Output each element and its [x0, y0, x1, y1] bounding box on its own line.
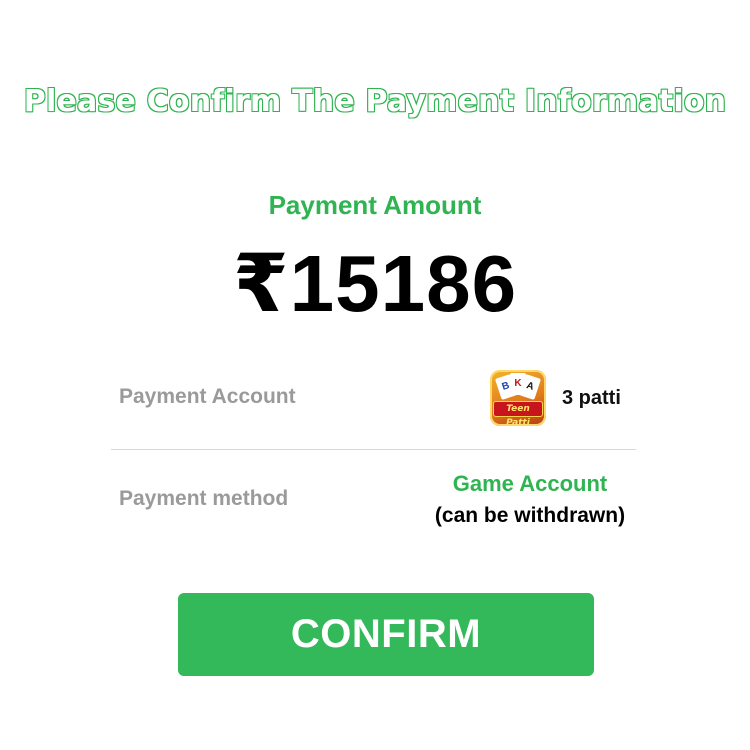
payment-method-value: Game Account (can be withdrawn) — [400, 469, 660, 531]
teen-patti-app-icon: B K A Teen Patti — [490, 370, 546, 426]
divider — [111, 449, 636, 450]
payment-amount-value: ₹15186 — [232, 239, 518, 328]
payment-account-label: Payment Account — [119, 385, 296, 408]
payment-amount-label: Payment Amount — [268, 190, 482, 220]
payment-account-name: 3 patti — [562, 386, 621, 409]
payment-method-label: Payment method — [119, 487, 289, 510]
app-icon-banner: Teen Patti — [493, 401, 543, 426]
payment-account-value: B K A Teen Patti 3 patti — [490, 370, 621, 426]
confirm-button[interactable]: CONFIRM — [178, 593, 594, 676]
payment-method-note: (can be withdrawn) — [434, 504, 626, 527]
page-title: Please Confirm The Payment Information — [23, 83, 727, 120]
payment-method-name: Game Account — [452, 471, 608, 496]
